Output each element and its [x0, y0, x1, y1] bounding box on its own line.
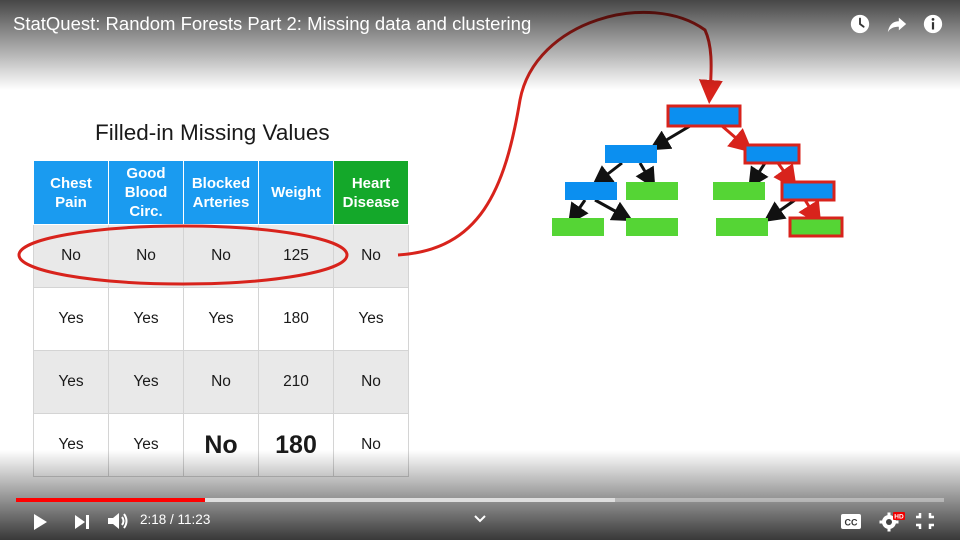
tree-leaf: [713, 182, 765, 200]
info-icon[interactable]: [922, 13, 944, 35]
svg-text:CC: CC: [845, 518, 858, 528]
tree-node: [780, 180, 836, 202]
current-time: 2:18: [140, 512, 167, 527]
row-highlight-ellipse: [17, 224, 349, 286]
svg-text:HD: HD: [894, 514, 904, 521]
tree-node: [605, 145, 657, 163]
time-display: 2:18 / 11:23: [140, 512, 210, 527]
duration: 11:23: [177, 512, 211, 527]
time-separator: /: [166, 512, 178, 527]
watch-later-icon[interactable]: [849, 13, 871, 35]
exit-fullscreen-icon[interactable]: [914, 511, 936, 531]
video-title[interactable]: StatQuest: Random Forests Part 2: Missin…: [13, 13, 531, 35]
tree-root-node: [666, 104, 742, 128]
captions-icon[interactable]: CC: [840, 513, 862, 530]
chevron-down-icon[interactable]: [473, 514, 487, 524]
tree-node: [743, 143, 801, 165]
tree-leaf-selected: [788, 216, 844, 238]
progress-bar[interactable]: [16, 498, 944, 502]
share-icon[interactable]: [886, 13, 908, 35]
next-icon[interactable]: [72, 513, 92, 531]
tree-leaf: [716, 218, 768, 236]
tree-leaf: [552, 218, 604, 236]
tree-leaf: [626, 182, 678, 200]
decision-tree: [552, 104, 844, 238]
played-bar: [16, 498, 206, 502]
play-icon[interactable]: [30, 512, 50, 532]
settings-hd-icon[interactable]: HD: [878, 510, 906, 532]
tree-node: [565, 182, 617, 200]
volume-icon[interactable]: [106, 510, 130, 532]
tree-leaf: [626, 218, 678, 236]
